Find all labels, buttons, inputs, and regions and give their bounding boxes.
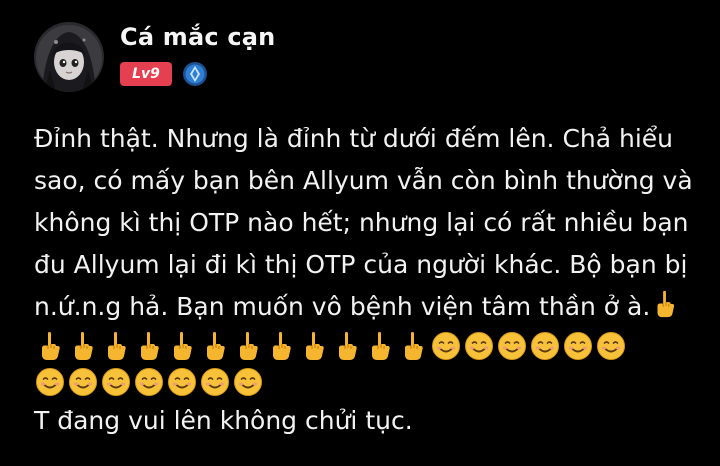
- middle-finger-emoji-icon: [397, 330, 429, 362]
- post-header: Cá mắc cạn Lv9: [34, 22, 275, 92]
- badges: Lv9: [120, 61, 275, 87]
- middle-finger-emoji-icon: [100, 330, 132, 362]
- middle-finger-emoji-icon: [166, 330, 198, 362]
- middle-finger-emoji-icon: [67, 330, 99, 362]
- smiling-face-emoji-icon: [100, 366, 132, 398]
- middle-finger-emoji-icon: [265, 330, 297, 362]
- smiling-face-emoji-icon: [463, 330, 495, 362]
- emoji-row-1: [34, 328, 694, 364]
- middle-finger-emoji-icon: [133, 330, 165, 362]
- middle-finger-emoji-icon: [232, 330, 264, 362]
- post-card: Cá mắc cạn Lv9 Đỉnh thật. Nhưng là đỉnh …: [0, 0, 720, 466]
- smiling-face-emoji-icon: [430, 330, 462, 362]
- smiling-face-emoji-icon: [199, 366, 231, 398]
- smiling-face-emoji-icon: [496, 330, 528, 362]
- level-badge: Lv9: [120, 62, 172, 86]
- middle-finger-emoji-icon: [298, 330, 330, 362]
- middle-finger-emoji-icon: [650, 289, 680, 319]
- smiling-face-emoji-icon: [133, 366, 165, 398]
- middle-finger-emoji-icon: [199, 330, 231, 362]
- blue-shield-check-icon: [182, 61, 208, 87]
- smiling-face-emoji-icon: [595, 330, 627, 362]
- smiling-face-emoji-icon: [529, 330, 561, 362]
- emoji-row-2: [34, 364, 694, 400]
- smiling-face-emoji-icon: [232, 366, 264, 398]
- avatar[interactable]: [34, 22, 104, 92]
- post-text: Đỉnh thật. Nhưng là đỉnh từ dưới đếm lên…: [34, 124, 693, 321]
- smiling-face-emoji-icon: [166, 366, 198, 398]
- smiling-face-emoji-icon: [34, 366, 66, 398]
- closing-line: T đang vui lên không chửi tục.: [34, 406, 413, 435]
- anime-avatar-icon: [34, 22, 104, 92]
- username[interactable]: Cá mắc cạn: [120, 22, 275, 52]
- smiling-face-emoji-icon: [67, 366, 99, 398]
- post-body: Đỉnh thật. Nhưng là đỉnh từ dưới đếm lên…: [34, 118, 694, 328]
- post-content: Đỉnh thật. Nhưng là đỉnh từ dưới đếm lên…: [34, 118, 694, 442]
- smiling-face-emoji-icon: [562, 330, 594, 362]
- user-meta: Cá mắc cạn Lv9: [120, 22, 275, 87]
- middle-finger-emoji-icon: [364, 330, 396, 362]
- middle-finger-emoji-icon: [34, 330, 66, 362]
- middle-finger-emoji-icon: [331, 330, 363, 362]
